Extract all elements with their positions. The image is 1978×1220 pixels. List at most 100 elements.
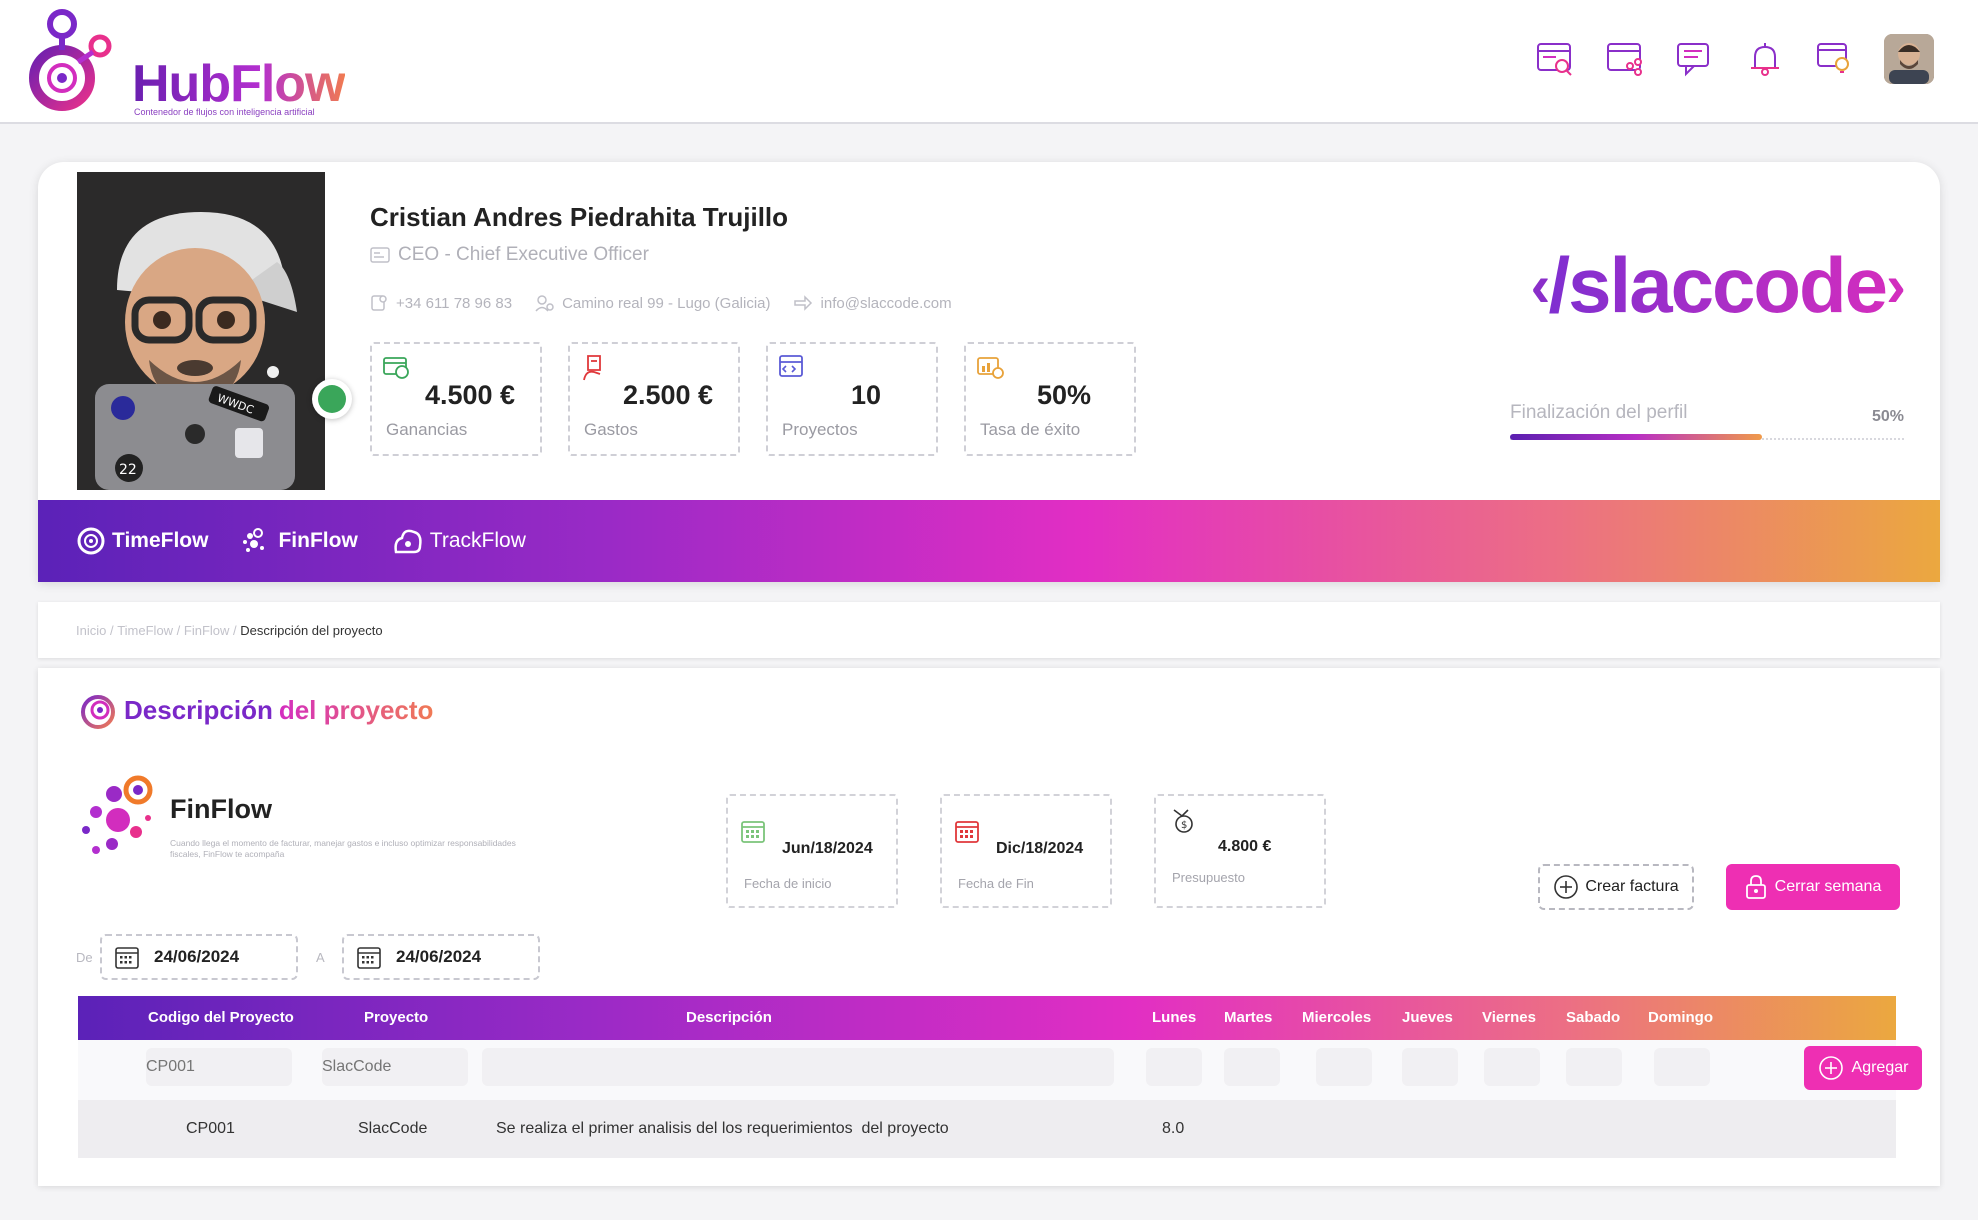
breadcrumb-finflow[interactable]: FinFlow	[184, 623, 230, 638]
saturday-hours-input[interactable]	[1566, 1048, 1622, 1086]
plus-circle-icon	[1554, 875, 1579, 899]
top-bar: HubFlow Contenedor de flujos con intelig…	[0, 0, 1978, 124]
range-to-label: A	[316, 950, 325, 965]
col-project-code: Codigo del Proyecto	[148, 1009, 294, 1026]
stat-success-rate-label: Tasa de éxito	[980, 420, 1081, 439]
user-avatar[interactable]	[1884, 34, 1934, 84]
breadcrumb-timeflow[interactable]: TimeFlow	[117, 623, 173, 638]
profile-completion-bar	[1510, 434, 1904, 440]
start-date-card: Jun/18/2024 Fecha de inicio	[726, 794, 898, 908]
section-title-part-1: Descripción	[124, 694, 273, 725]
monday-hours-input[interactable]	[1146, 1048, 1202, 1086]
timeflow-logo-icon	[81, 695, 115, 729]
chevron-left-icon: ‹	[1530, 252, 1550, 319]
finflow-logo-icon	[82, 775, 153, 854]
create-invoice-button[interactable]: Crear factura	[1538, 864, 1694, 910]
range-to-input[interactable]: 24/06/2024	[342, 934, 540, 980]
profile-stats: 4.500 € Ganancias 2.500 € Gastos 10 Proy…	[370, 342, 1136, 456]
calendar-icon	[955, 821, 979, 843]
budget-label: Presupuesto	[1172, 870, 1245, 885]
phone-text: +34 611 78 96 83	[396, 294, 513, 312]
app-logo[interactable]: HubFlow Contenedor de flujos con intelig…	[24, 4, 346, 120]
apps-bar: TimeFlow FinFlow TrackFlow	[38, 500, 1940, 582]
chat-icon[interactable]	[1674, 38, 1716, 80]
profile-role: CEO - Chief Executive Officer	[370, 244, 649, 266]
thursday-hours-input[interactable]	[1402, 1048, 1458, 1086]
app-timeflow[interactable]: TimeFlow	[76, 526, 208, 556]
description-input[interactable]	[482, 1048, 1114, 1086]
tuesday-hours-input[interactable]	[1224, 1048, 1280, 1086]
address-item: Camino real 99 - Lugo (Galicia)	[534, 294, 771, 312]
calendar-icon	[115, 947, 139, 969]
plus-circle-icon	[1818, 1056, 1843, 1080]
breadcrumb-inicio[interactable]: Inicio	[76, 623, 106, 638]
profile-completion: Finalización del perfil 50%	[1510, 402, 1904, 440]
bell-icon[interactable]	[1744, 38, 1786, 80]
stat-expenses: 2.500 € Gastos	[568, 342, 740, 456]
add-entry-button[interactable]: Agregar	[1804, 1046, 1922, 1090]
finflow-logo-icon	[243, 528, 265, 552]
project-input[interactable]	[322, 1048, 468, 1086]
row-description: Se realiza el primer analisis del los re…	[496, 1120, 949, 1137]
close-week-button[interactable]: Cerrar semana	[1726, 864, 1900, 910]
col-sunday: Domingo	[1648, 1009, 1713, 1026]
app-finflow[interactable]: FinFlow	[242, 526, 358, 556]
stat-success-rate: 50% Tasa de éxito	[964, 342, 1136, 456]
app-finflow-label: FinFlow	[278, 529, 358, 552]
range-from-input[interactable]: 24/06/2024	[100, 934, 298, 980]
row-project: SlacCode	[358, 1120, 428, 1137]
stat-projects-label: Proyectos	[782, 420, 858, 439]
breadcrumb-separator: /	[229, 622, 241, 638]
budget-value: 4.800 €	[1218, 838, 1272, 855]
friday-hours-input[interactable]	[1484, 1048, 1540, 1086]
breadcrumb-current: Descripción del proyecto	[240, 622, 383, 638]
breadcrumb-separator: /	[106, 622, 118, 638]
range-to-value: 24/06/2024	[396, 947, 482, 966]
row-monday-hours: 8.0	[1162, 1120, 1185, 1137]
calendar-icon	[357, 947, 381, 969]
lock-icon	[1745, 875, 1766, 899]
email-text: info@slaccode.com	[820, 294, 952, 312]
project-code-input[interactable]	[146, 1048, 292, 1086]
profile-name: Cristian Andres Piedrahita Trujillo	[370, 202, 789, 232]
timesheet-table-header: Codigo del Proyecto Proyecto Descripción…	[78, 996, 1896, 1040]
project-name: FinFlow	[170, 794, 272, 824]
company-brand-logo: ‹ /slaccode ›	[1530, 240, 1906, 331]
col-description: Descripción	[686, 1009, 772, 1026]
sunday-hours-input[interactable]	[1654, 1048, 1710, 1086]
wednesday-hours-input[interactable]	[1316, 1048, 1372, 1086]
start-date-value: Jun/18/2024	[782, 840, 873, 857]
send-icon	[793, 295, 812, 311]
profile-role-text: CEO - Chief Executive Officer	[398, 244, 649, 265]
web-share-icon[interactable]	[1604, 38, 1646, 80]
col-project: Proyecto	[364, 1009, 429, 1026]
email-item[interactable]: info@slaccode.com	[793, 294, 952, 312]
start-date-label: Fecha de inicio	[744, 876, 832, 891]
stat-success-rate-value: 50%	[1036, 380, 1092, 410]
phone-item: +34 611 78 96 83	[370, 294, 512, 312]
money-bag-icon: $	[1173, 809, 1193, 833]
col-tuesday: Martes	[1224, 1009, 1273, 1026]
calendar-icon	[741, 821, 765, 843]
profile-completion-percent: 50%	[1871, 408, 1904, 425]
end-date-value: Dic/18/2024	[996, 840, 1084, 857]
header-actions	[1534, 34, 1934, 84]
app-trackflow-label: TrackFlow	[429, 529, 526, 552]
range-from-value: 24/06/2024	[154, 947, 240, 966]
close-week-label: Cerrar semana	[1774, 878, 1882, 895]
stat-expenses-label: Gastos	[584, 420, 638, 439]
end-date-label: Fecha de Fin	[958, 876, 1034, 891]
app-trackflow[interactable]: TrackFlow	[392, 526, 526, 556]
breadcrumb-separator: /	[173, 622, 184, 638]
range-from-label: De	[76, 950, 93, 965]
table-row[interactable]: CP001 SlacCode Se realiza el primer anal…	[78, 1100, 1896, 1158]
web-search-icon[interactable]	[1534, 38, 1576, 80]
hubflow-logo-icon	[29, 9, 112, 111]
app-tagline: Contenedor de flujos con inteligencia ar…	[134, 107, 315, 117]
add-entry-label: Agregar	[1851, 1059, 1909, 1076]
col-monday: Lunes	[1152, 1009, 1197, 1026]
profile-photo: WWDC 22	[77, 172, 325, 490]
money-icon	[383, 357, 409, 379]
lightbulb-icon[interactable]	[1814, 38, 1856, 80]
col-friday: Viernes	[1482, 1009, 1536, 1026]
